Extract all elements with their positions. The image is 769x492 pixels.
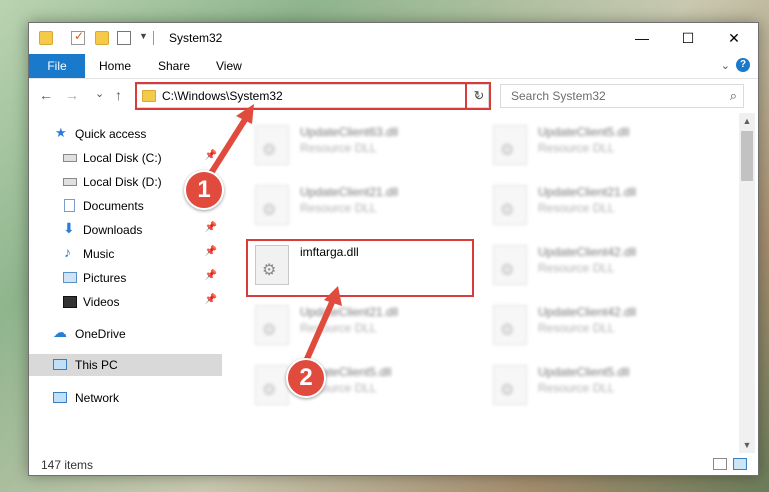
file-item[interactable]: UpdateClient21.dll Resource DLL (247, 301, 477, 351)
step-2-badge: 2 (286, 358, 326, 398)
tab-view[interactable]: View (216, 54, 242, 78)
dll-file-icon (493, 185, 527, 225)
dll-file-icon (255, 125, 289, 165)
sidebar-item-videos[interactable]: Videos 📌 (29, 291, 222, 313)
status-bar: 147 items (29, 453, 758, 477)
file-highlight (246, 239, 474, 297)
dll-file-icon (255, 305, 289, 345)
dll-file-icon (493, 125, 527, 165)
navigation-pane: ★ Quick access Local Disk (C:) 📌 Local D… (29, 113, 222, 453)
dll-file-icon (255, 365, 289, 405)
item-count: 147 items (41, 458, 94, 472)
back-button[interactable]: ← (39, 87, 53, 103)
scroll-thumb[interactable] (741, 131, 753, 181)
dll-file-icon (493, 305, 527, 345)
drive-icon (63, 154, 77, 162)
new-folder-icon[interactable] (95, 31, 109, 45)
picture-icon (63, 272, 77, 283)
refresh-highlight (465, 82, 491, 110)
sidebar-item-pictures[interactable]: Pictures 📌 (29, 267, 222, 289)
dll-file-icon (493, 365, 527, 405)
search-placeholder: Search System32 (511, 89, 606, 103)
pin-icon[interactable]: 📌 (205, 246, 217, 257)
large-icons-view-icon[interactable] (733, 458, 747, 470)
maximize-button[interactable]: ☐ (665, 23, 711, 54)
sidebar-item-onedrive[interactable]: ☁ OneDrive (29, 323, 222, 345)
tab-home[interactable]: Home (99, 54, 131, 78)
download-icon: ⬇ (63, 220, 75, 236)
title-separator (153, 31, 154, 45)
sidebar-item-music[interactable]: ♪ Music 📌 (29, 243, 222, 265)
music-icon: ♪ (64, 244, 71, 260)
video-icon (63, 296, 77, 308)
sidebar-item-local-disk-c[interactable]: Local Disk (C:) 📌 (29, 147, 222, 169)
ribbon: File Home Share View ⌄ ? (29, 54, 758, 79)
sidebar-item-this-pc[interactable]: This PC (29, 354, 222, 376)
scroll-up-button[interactable]: ▲ (739, 113, 755, 129)
pin-icon[interactable]: 📌 (205, 270, 217, 281)
cloud-icon: ☁ (53, 324, 67, 340)
vertical-scrollbar[interactable]: ▲ ▼ (739, 113, 755, 453)
address-highlight (135, 82, 491, 110)
minimize-button[interactable]: — (619, 23, 665, 54)
drive-icon (63, 178, 77, 186)
close-button[interactable]: ✕ (711, 23, 757, 54)
file-item[interactable]: UpdateClient5.dll Resource DLL (485, 121, 715, 171)
pin-icon[interactable]: 📌 (205, 150, 217, 161)
tab-share[interactable]: Share (158, 54, 190, 78)
sidebar-item-quick-access[interactable]: ★ Quick access (29, 123, 222, 145)
sidebar-item-downloads[interactable]: ⬇ Downloads 📌 (29, 219, 222, 241)
file-item[interactable]: UpdateClient5.dll Resource DLL (485, 361, 715, 411)
file-item[interactable]: UpdateClient21.dll Resource DLL (485, 181, 715, 231)
sidebar-item-network[interactable]: Network (29, 387, 222, 409)
forward-button[interactable]: → (65, 87, 79, 103)
file-item[interactable]: UpdateClient21.dll Resource DLL (247, 181, 477, 231)
up-button[interactable]: ↑ (115, 87, 122, 103)
network-icon (53, 392, 67, 403)
expand-ribbon-icon[interactable]: ⌄ (721, 59, 730, 72)
search-input[interactable]: Search System32 ⌕ (500, 84, 744, 108)
dll-file-icon (493, 245, 527, 285)
tab-file[interactable]: File (29, 54, 85, 78)
folder-icon (39, 31, 53, 45)
help-icon[interactable]: ? (736, 58, 750, 72)
file-item[interactable]: UpdateClient63.dll Resource DLL (247, 121, 477, 171)
file-item[interactable]: UpdateClient42.dll Resource DLL (485, 241, 715, 291)
file-item[interactable]: UpdateClient42.dll Resource DLL (485, 301, 715, 351)
details-view-icon[interactable] (713, 458, 727, 470)
computer-icon (53, 359, 67, 370)
search-icon[interactable]: ⌕ (730, 88, 737, 104)
explorer-window: ▼ System32 — ☐ ✕ File Home Share View ⌄ … (28, 22, 759, 476)
window-title: System32 (169, 31, 223, 45)
properties-icon[interactable] (71, 29, 85, 45)
recent-locations-button[interactable]: ⌄ (95, 87, 104, 100)
pin-icon[interactable]: 📌 (205, 222, 217, 233)
document-icon (64, 199, 75, 212)
chevron-down-icon[interactable]: ▼ (139, 31, 153, 45)
title-bar: ▼ System32 — ☐ ✕ (29, 23, 758, 54)
file-item[interactable]: UpdateClient5.dll Resource DLL (247, 361, 477, 411)
scroll-down-button[interactable]: ▼ (739, 437, 755, 453)
pin-icon[interactable]: 📌 (205, 294, 217, 305)
customize-toolbar-icon[interactable] (117, 31, 131, 45)
dll-file-icon (255, 185, 289, 225)
step-1-badge: 1 (184, 170, 224, 210)
star-icon: ★ (55, 125, 67, 140)
